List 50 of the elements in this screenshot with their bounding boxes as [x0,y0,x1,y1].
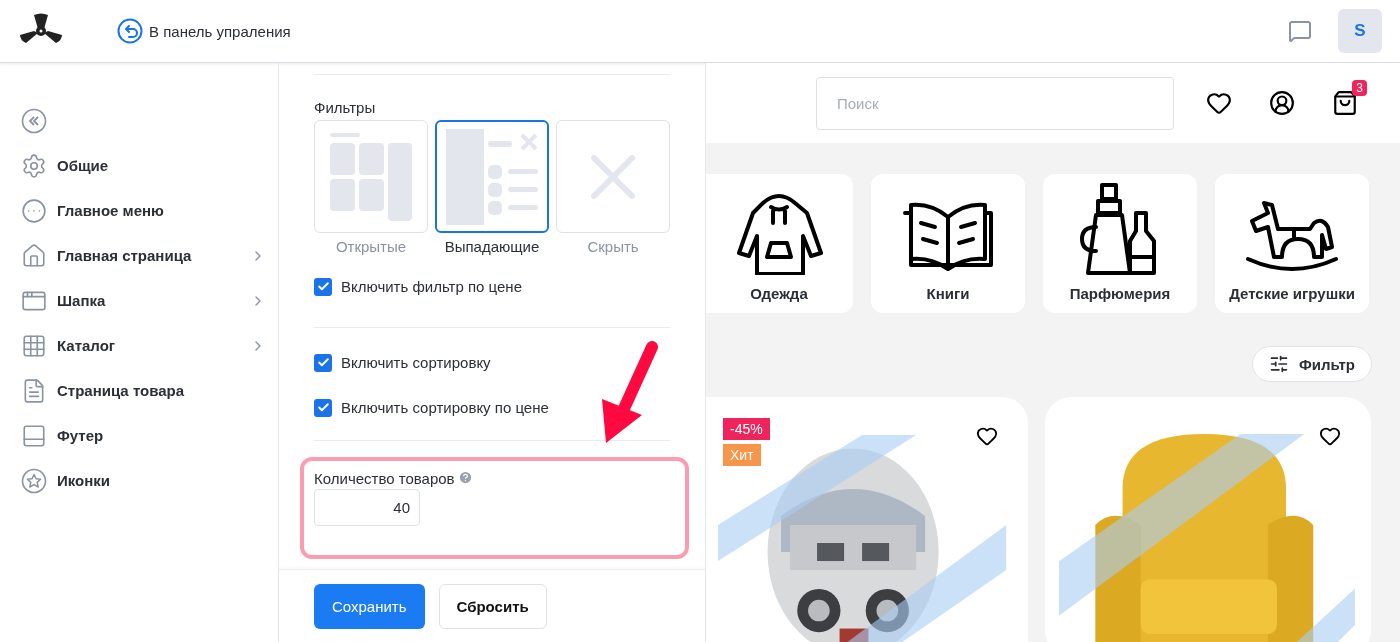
settings-icon [21,152,47,179]
checkbox-option[interactable]: Включить сортировку [314,340,670,385]
sidebar-item[interactable]: Каталог [0,323,278,368]
account-button[interactable] [1269,90,1295,116]
sidebar-item[interactable]: Страница товара [0,368,278,413]
sidebar-item[interactable]: Общие [0,143,278,188]
house-icon [21,242,47,269]
sidebar-item[interactable]: Иконки [0,458,278,503]
checkbox[interactable] [314,398,332,417]
collapse-icon [21,107,47,134]
search-field[interactable]: Поиск [816,76,1174,130]
section-title: Фильтры [314,99,377,116]
back-icon [117,18,143,44]
columns-layout-icon [330,132,412,221]
checkbox[interactable] [314,353,332,372]
cart-button[interactable]: 3 [1332,80,1367,116]
panel-icon [21,422,47,449]
sliders-icon [1269,354,1290,374]
product-badge: Хит [723,444,761,466]
avatar[interactable]: S [1338,9,1382,53]
field-label: Количество товаров [314,470,455,487]
reset-button[interactable]: Сбросить [438,583,547,629]
check-icon [316,280,330,293]
help-icon[interactable] [457,470,473,485]
checkbox-option[interactable]: Включить сортировку по цене [314,385,670,430]
filter-button[interactable]: Фильтр [1252,346,1372,382]
category-card[interactable]: Книги [871,174,1025,313]
count-input[interactable]: 40 [314,489,420,526]
checkbox-option[interactable]: Включить фильтр по цене [314,264,670,309]
product-card[interactable]: -45% Хит [706,397,1028,642]
save-button[interactable]: Сохранить [314,583,425,629]
check-icon [316,356,330,369]
sidebar-item[interactable]: Главное меню [0,188,278,233]
category-card[interactable]: Одежда [706,174,853,313]
category-card[interactable]: Парфюмерия [1043,174,1197,313]
cart-count: 3 [1352,80,1367,96]
ellipsis-icon [21,197,47,224]
chat-icon[interactable] [1288,19,1312,43]
product-badge: -45% [723,418,770,440]
sidebar-item[interactable]: Шапка [0,278,278,323]
dropdown-layout-icon [446,128,538,225]
close-icon [591,154,635,199]
checkbox[interactable] [314,277,332,296]
grid-icon [21,332,47,359]
sidebar-item[interactable]: Футер [0,413,278,458]
category-card[interactable]: Детские игрушки [1215,174,1369,313]
back-link[interactable]: В панель упраления [117,18,291,44]
check-icon [316,401,330,414]
sidebar-item[interactable]: Главная страница [0,233,278,278]
favorites-button[interactable] [1206,90,1232,116]
